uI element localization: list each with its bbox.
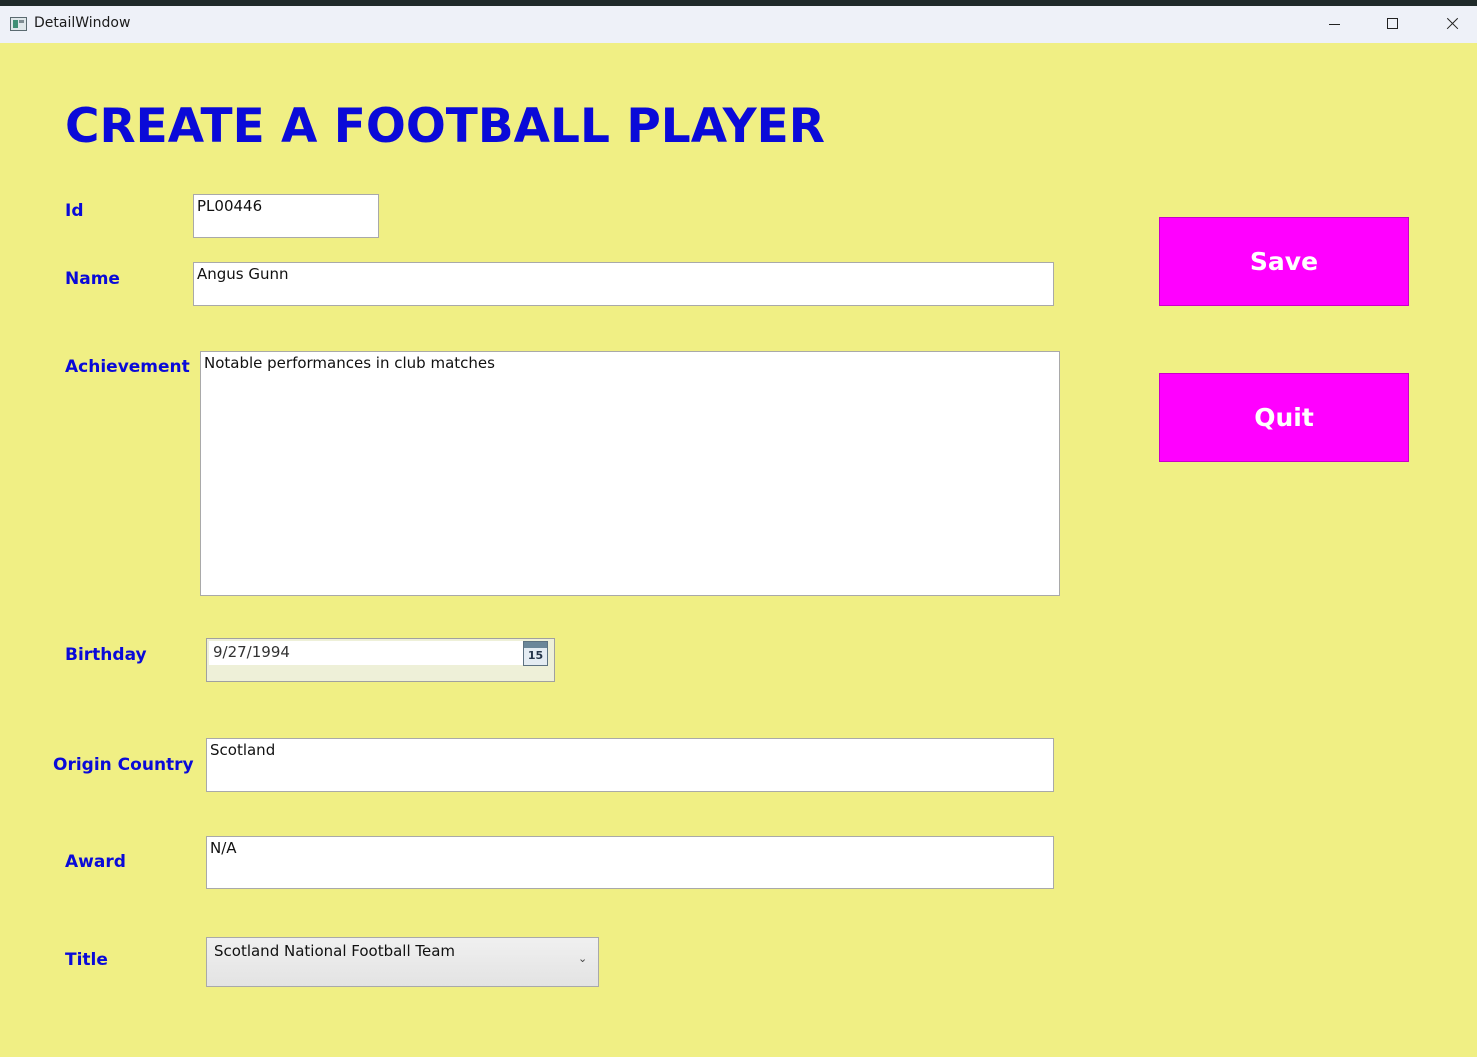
id-input[interactable]: PL00446 bbox=[193, 194, 379, 238]
calendar-icon-header bbox=[524, 642, 547, 648]
chevron-down-icon[interactable]: ⌄ bbox=[578, 952, 587, 965]
title-combobox[interactable]: Scotland National Football Team ⌄ bbox=[206, 937, 599, 987]
save-button[interactable]: Save bbox=[1159, 217, 1409, 306]
award-label: Award bbox=[65, 852, 126, 872]
birthday-datepicker[interactable]: 9/27/1994 15 bbox=[206, 638, 555, 682]
birthday-date-input[interactable]: 9/27/1994 bbox=[209, 641, 523, 665]
window-titlebar: DetailWindow bbox=[0, 6, 1477, 43]
achievement-textarea[interactable]: Notable performances in club matches bbox=[200, 351, 1060, 596]
window-title: DetailWindow bbox=[34, 15, 131, 31]
name-input[interactable]: Angus Gunn bbox=[193, 262, 1054, 306]
name-label: Name bbox=[65, 269, 120, 289]
origin-country-label: Origin Country bbox=[53, 755, 194, 775]
title-selected-value: Scotland National Football Team bbox=[214, 942, 456, 960]
calendar-icon-number: 15 bbox=[527, 649, 544, 662]
maximize-icon bbox=[1387, 18, 1398, 29]
id-label: Id bbox=[65, 201, 84, 221]
close-button[interactable] bbox=[1423, 6, 1477, 43]
quit-button[interactable]: Quit bbox=[1159, 373, 1409, 462]
minimize-button[interactable] bbox=[1306, 6, 1364, 43]
maximize-button[interactable] bbox=[1364, 6, 1422, 43]
calendar-icon[interactable]: 15 bbox=[523, 641, 548, 666]
birthday-label: Birthday bbox=[65, 645, 147, 665]
award-input[interactable]: N/A bbox=[206, 836, 1054, 889]
origin-country-input[interactable]: Scotland bbox=[206, 738, 1054, 792]
achievement-label: Achievement bbox=[65, 357, 190, 377]
page-title: CREATE A FOOTBALL PLAYER bbox=[65, 99, 825, 154]
minimize-icon bbox=[1329, 24, 1340, 25]
app-icon bbox=[10, 17, 27, 31]
title-label: Title bbox=[65, 950, 108, 970]
